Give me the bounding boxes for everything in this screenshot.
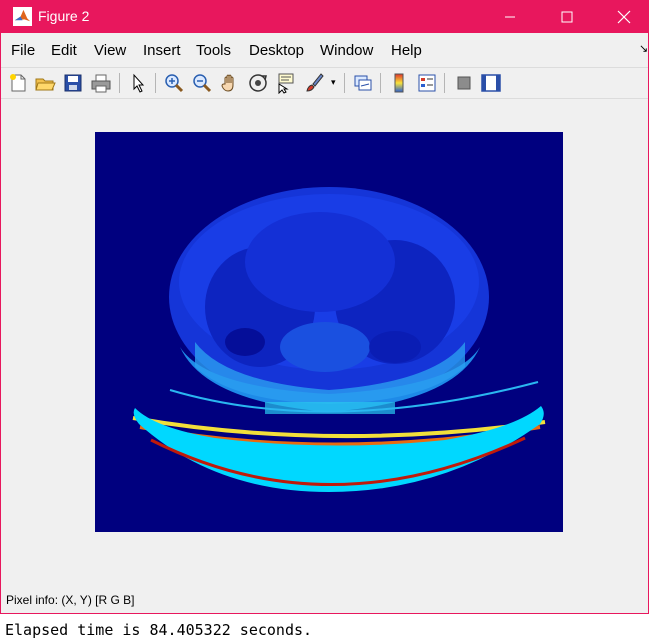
maximize-icon bbox=[561, 11, 573, 22]
link-plot-icon[interactable] bbox=[352, 72, 374, 94]
brush-icon[interactable] bbox=[303, 72, 325, 94]
maximize-button[interactable] bbox=[538, 0, 596, 33]
data-cursor-icon[interactable] bbox=[275, 72, 297, 94]
dock-arrow-icon[interactable]: ↘ bbox=[639, 42, 648, 55]
zoom-out-icon[interactable] bbox=[191, 72, 213, 94]
console-output: Elapsed time is 84.405322 seconds. bbox=[5, 621, 313, 639]
new-figure-icon[interactable] bbox=[7, 72, 29, 94]
colorbar-icon[interactable] bbox=[388, 72, 410, 94]
minimize-icon bbox=[505, 16, 515, 17]
toolbar-separator bbox=[119, 73, 120, 93]
menu-desktop[interactable]: Desktop bbox=[249, 42, 304, 59]
minimize-button[interactable] bbox=[481, 0, 539, 33]
menu-help[interactable]: Help bbox=[391, 42, 422, 59]
figure-window: Figure 2 File Edit View Insert Tools Des… bbox=[0, 0, 649, 614]
zoom-in-icon[interactable] bbox=[163, 72, 185, 94]
brush-dropdown-icon[interactable]: ▾ bbox=[331, 77, 336, 88]
edit-plot-icon[interactable] bbox=[128, 72, 150, 94]
menu-tools[interactable]: Tools bbox=[196, 42, 231, 59]
menu-file[interactable]: File bbox=[11, 42, 35, 59]
toolbar-separator bbox=[344, 73, 345, 93]
print-icon[interactable] bbox=[90, 72, 112, 94]
window-title: Figure 2 bbox=[38, 8, 90, 24]
menu-insert[interactable]: Insert bbox=[143, 42, 181, 59]
legend-icon[interactable] bbox=[416, 72, 438, 94]
save-icon[interactable] bbox=[62, 72, 84, 94]
menu-view[interactable]: View bbox=[94, 42, 126, 59]
matlab-logo-icon bbox=[13, 7, 32, 26]
image-axes[interactable] bbox=[95, 132, 563, 532]
toolbar-separator bbox=[380, 73, 381, 93]
toolbar-separator bbox=[155, 73, 156, 93]
close-button[interactable] bbox=[595, 0, 649, 33]
open-file-icon[interactable] bbox=[34, 72, 56, 94]
menu-bar: File Edit View Insert Tools Desktop Wind… bbox=[1, 37, 648, 63]
title-bar[interactable]: Figure 2 bbox=[1, 0, 648, 33]
menu-edit[interactable]: Edit bbox=[51, 42, 77, 59]
pixel-info-status: Pixel info: (X, Y) [R G B] bbox=[6, 593, 135, 607]
pan-icon[interactable] bbox=[219, 72, 241, 94]
rotate-3d-icon[interactable] bbox=[247, 72, 269, 94]
show-plot-tools-icon[interactable] bbox=[480, 72, 502, 94]
hide-plot-tools-icon[interactable] bbox=[453, 72, 475, 94]
menu-window[interactable]: Window bbox=[320, 42, 373, 59]
close-icon bbox=[617, 10, 631, 23]
figure-toolbar: ▾ bbox=[1, 67, 648, 99]
toolbar-separator bbox=[444, 73, 445, 93]
ct-slice-image bbox=[169, 187, 489, 414]
